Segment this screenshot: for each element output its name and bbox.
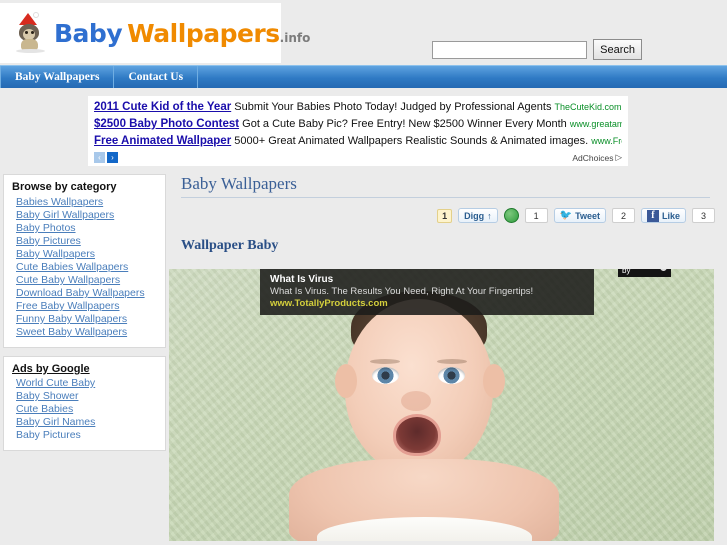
- ad-title[interactable]: 2011 Cute Kid of the Year: [94, 101, 231, 113]
- ad-title[interactable]: $2500 Baby Photo Contest: [94, 118, 239, 130]
- close-icon[interactable]: ×: [660, 269, 667, 271]
- baby-eye-left: [372, 367, 399, 384]
- sidebar-item-sweet-baby-wallpapers[interactable]: Sweet Baby Wallpapers: [16, 326, 157, 339]
- logo-text-wallpapers: Wallpapers: [127, 18, 280, 48]
- ad-description: 5000+ Great Animated Wallpapers Realisti…: [234, 135, 589, 147]
- baby-ear-left: [335, 364, 357, 398]
- adchoices-link[interactable]: AdChoices ▷: [572, 152, 622, 163]
- digg-arrow-icon: ↑: [487, 210, 492, 221]
- sidebar-item-baby-pictures[interactable]: Baby Pictures: [16, 235, 157, 248]
- stumbleupon-icon[interactable]: [503, 208, 519, 223]
- sidebar-item-babies-wallpapers[interactable]: Babies Wallpapers: [16, 196, 157, 209]
- baby-eyebrow-left: [370, 359, 400, 364]
- sidebar-item-baby-photos[interactable]: Baby Photos: [16, 222, 157, 235]
- nav-item-baby-wallpapers[interactable]: Baby Wallpapers: [0, 66, 115, 88]
- logo-text-info: .info: [279, 30, 311, 45]
- page-title: Baby Wallpapers: [181, 174, 710, 198]
- stumbleupon-count: 1: [524, 208, 548, 223]
- ad-description: Got a Cute Baby Pic? Free Entry! New $25…: [242, 118, 567, 130]
- browse-by-category-panel: Browse by category Babies Wallpapers Bab…: [3, 174, 166, 348]
- overlay-advertisement[interactable]: Ads by ISM × What Is Virus What Is Virus…: [260, 269, 671, 315]
- nav-item-contact-us[interactable]: Contact Us: [114, 66, 199, 88]
- ad-description: Submit Your Babies Photo Today! Judged b…: [234, 101, 552, 113]
- sidebar-item-baby-girl-wallpapers[interactable]: Baby Girl Wallpapers: [16, 209, 157, 222]
- site-header: Baby Wallpapers.info Search: [0, 0, 727, 65]
- logo-text: Baby Wallpapers.info: [54, 21, 310, 46]
- google-ad-link-baby-pictures[interactable]: Baby Pictures: [16, 429, 157, 442]
- tweet-label: Tweet: [575, 210, 600, 221]
- ad-pagination: ‹ ›: [94, 152, 118, 163]
- sidebar-item-cute-babies-wallpapers[interactable]: Cute Babies Wallpapers: [16, 261, 157, 274]
- sidebar-item-cute-baby-wallpapers[interactable]: Cute Baby Wallpapers: [16, 274, 157, 287]
- ad-row[interactable]: $2500 Baby Photo Contest Got a Cute Baby…: [94, 117, 622, 132]
- wallpaper-sub-heading: Wallpaper Baby: [181, 238, 279, 253]
- ads-by-google-title: Ads by Google: [12, 363, 90, 375]
- sidebar: Browse by category Babies Wallpapers Bab…: [0, 174, 166, 531]
- like-label: Like: [661, 210, 680, 221]
- tweet-button[interactable]: 🐦 Tweet: [553, 208, 606, 223]
- search-button[interactable]: Search: [593, 39, 642, 60]
- top-ads-region: 2011 Cute Kid of the Year Submit Your Ba…: [0, 94, 727, 166]
- ad-url: www.greatamericanp...: [569, 119, 622, 129]
- like-count: 3: [691, 208, 715, 223]
- facebook-like-button[interactable]: f Like: [640, 208, 686, 223]
- search-input[interactable]: [432, 40, 588, 59]
- sidebar-item-funny-baby-wallpapers[interactable]: Funny Baby Wallpapers: [16, 313, 157, 326]
- sidebar-item-download-baby-wallpapers[interactable]: Download Baby Wallpapers: [16, 287, 157, 300]
- overlay-ad-description: What Is Virus. The Results You Need, Rig…: [270, 286, 534, 297]
- logo-text-baby: Baby: [54, 18, 123, 48]
- logo[interactable]: Baby Wallpapers.info: [0, 3, 310, 63]
- ads-by-prefix: Ads by: [622, 269, 631, 275]
- ism-brand: ISM: [642, 269, 658, 271]
- sidebar-item-baby-wallpapers[interactable]: Baby Wallpapers: [16, 248, 157, 261]
- ads-by-google-panel: Ads by Google World Cute Baby Baby Showe…: [3, 356, 166, 451]
- baby-nose: [401, 391, 431, 411]
- baby-open-mouth: [393, 414, 441, 456]
- wallpaper-image[interactable]: Ads by ISM × What Is Virus What Is Virus…: [169, 269, 714, 541]
- twitter-bird-icon: 🐦: [559, 210, 573, 221]
- main-content: Baby Wallpapers 1 Digg ↑ 1 🐦 Tweet 2 f L…: [166, 174, 727, 541]
- baby-eye-right: [438, 367, 465, 384]
- google-ad-link-world-cute-baby[interactable]: World Cute Baby: [16, 377, 157, 390]
- adchoices-label: AdChoices: [572, 152, 614, 163]
- google-text-ads: 2011 Cute Kid of the Year Submit Your Ba…: [88, 96, 628, 166]
- facebook-icon: f: [646, 209, 659, 222]
- ad-next-arrow-icon[interactable]: ›: [107, 152, 118, 163]
- ads-by-ism-label: Ads by ISM ×: [618, 269, 671, 277]
- adchoices-triangle-icon: ▷: [615, 152, 622, 162]
- ad-title[interactable]: Free Animated Wallpaper: [94, 135, 231, 147]
- overlay-ad-title[interactable]: What Is Virus: [270, 274, 586, 286]
- baby-monkey-santa-icon: [14, 12, 48, 53]
- ad-row[interactable]: Free Animated Wallpaper 5000+ Great Anim…: [94, 134, 622, 149]
- sidebar-categories-title: Browse by category: [12, 181, 117, 193]
- baby-eyebrow-right: [437, 359, 467, 364]
- search-area: Search: [432, 39, 642, 60]
- digg-button[interactable]: Digg ↑: [458, 208, 498, 223]
- overlay-ad-url[interactable]: www.TotallyProducts.com: [270, 298, 586, 310]
- digg-count: 1: [437, 208, 453, 223]
- google-ad-link-baby-shower[interactable]: Baby Shower: [16, 390, 157, 403]
- ad-url: www.FreePopu...: [591, 136, 622, 146]
- social-share-bar: 1 Digg ↑ 1 🐦 Tweet 2 f Like 3: [181, 207, 727, 224]
- google-ad-link-cute-babies[interactable]: Cute Babies: [16, 403, 157, 416]
- main-navigation: Baby Wallpapers Contact Us: [0, 65, 727, 88]
- baby-ear-right: [483, 364, 505, 398]
- ad-row[interactable]: 2011 Cute Kid of the Year Submit Your Ba…: [94, 100, 622, 115]
- tweet-count: 2: [611, 208, 635, 223]
- digg-label: Digg: [464, 210, 485, 221]
- ad-url: TheCuteKid.com: [554, 102, 622, 112]
- google-ad-link-baby-girl-names[interactable]: Baby Girl Names: [16, 416, 157, 429]
- ad-footer: ‹ › AdChoices ▷: [94, 151, 622, 164]
- page-body: Browse by category Babies Wallpapers Bab…: [0, 166, 727, 541]
- ad-prev-arrow-icon[interactable]: ‹: [94, 152, 105, 163]
- sidebar-item-free-baby-wallpapers[interactable]: Free Baby Wallpapers: [16, 300, 157, 313]
